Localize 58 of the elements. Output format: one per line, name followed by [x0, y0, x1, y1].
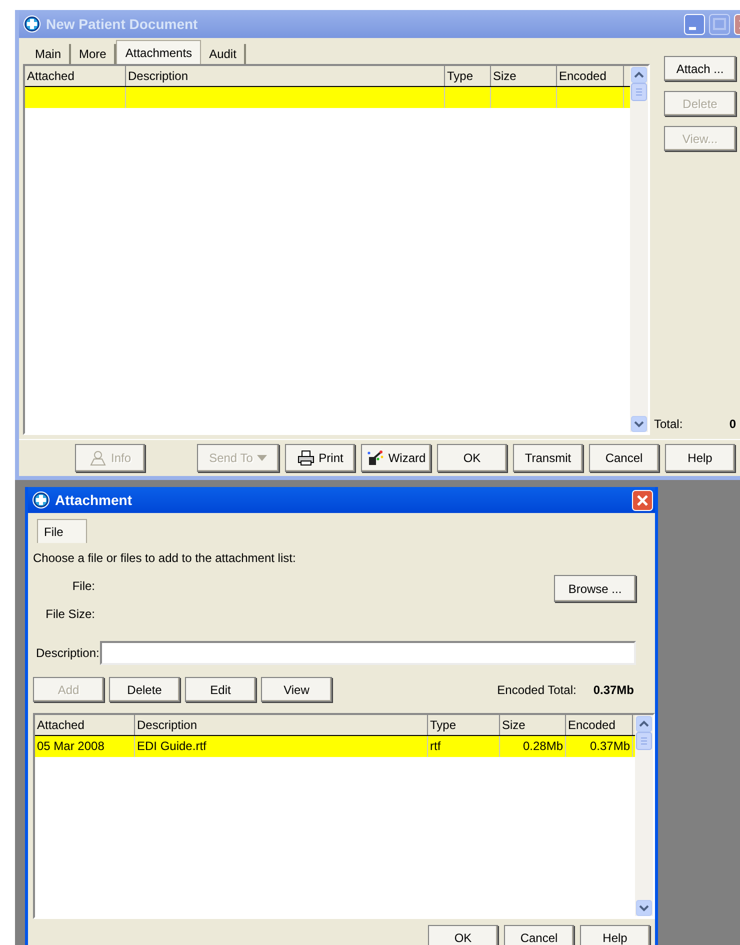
tab[interactable]: File: [37, 519, 87, 543]
toolbar-button[interactable]: Transmit: [513, 444, 583, 472]
encoded-total-value: 0.37Mb: [593, 682, 634, 696]
person-icon: [88, 450, 107, 466]
column-header[interactable]: Size: [491, 66, 557, 86]
column-header[interactable]: Description: [126, 66, 445, 86]
table-cell: rtf: [430, 739, 441, 753]
scroll-up-icon[interactable]: [631, 67, 647, 83]
instruction-text: Choose a file or files to add to the attachment list:: [33, 551, 297, 565]
column-header[interactable]: Size: [500, 715, 566, 735]
column-header[interactable]: Type: [445, 66, 491, 86]
table-row[interactable]: 05 Mar 2008 EDI Guide.rtf rtf 0.28Mb 0.37Mb: [35, 736, 635, 757]
toolbar-button[interactable]: Help: [665, 444, 735, 472]
scroll-thumb-icon[interactable]: [631, 83, 647, 101]
encoded-total-label: Encoded Total:: [497, 682, 576, 696]
scrollbar[interactable]: [630, 66, 648, 432]
tab[interactable]: Attachments: [116, 40, 202, 64]
action-button[interactable]: Edit: [185, 677, 256, 702]
column-header[interactable]: Attached: [25, 66, 126, 86]
printer-icon: [296, 450, 315, 466]
dialog-button[interactable]: Help: [580, 925, 650, 945]
dialog-title: Attachment: [55, 492, 132, 508]
toolbar-button[interactable]: Cancel: [589, 444, 659, 472]
column-header[interactable]: Encoded: [566, 715, 633, 735]
column-header[interactable]: Encoded: [557, 66, 624, 86]
table-cell: EDI Guide.rtf: [137, 739, 206, 753]
browse-button[interactable]: Browse ...: [554, 575, 636, 602]
app-cross-icon: [32, 491, 50, 509]
column-header[interactable]: Type: [428, 715, 500, 735]
description-field[interactable]: [100, 641, 636, 665]
file-label: File:: [72, 579, 95, 593]
description-label: Description:: [36, 646, 100, 660]
magic-wand-icon: [366, 450, 384, 466]
total-value: 0: [729, 417, 736, 431]
dialog-button[interactable]: Cancel: [504, 925, 574, 945]
scrollbar[interactable]: [635, 715, 653, 916]
file-size-label: File Size:: [46, 607, 95, 621]
close-icon[interactable]: [632, 490, 653, 510]
table-cell: 0.37Mb: [590, 739, 630, 753]
column-header[interactable]: Description: [135, 715, 428, 735]
side-button[interactable]: Attach ...: [664, 56, 736, 81]
total-label: Total:: [654, 417, 683, 431]
scroll-up-icon[interactable]: [636, 716, 652, 732]
toolbar-button[interactable]: OK: [437, 444, 507, 472]
caret-icon: [256, 455, 267, 461]
table-cell: 05 Mar 2008: [37, 739, 104, 753]
app-cross-icon: [23, 15, 41, 33]
table-cell: 0.28Mb: [522, 739, 563, 753]
action-button[interactable]: Delete: [109, 677, 180, 702]
window-title: New Patient Document: [46, 16, 198, 32]
scroll-down-icon[interactable]: [636, 900, 652, 916]
toolbar-button[interactable]: Print: [285, 444, 355, 472]
action-button[interactable]: View: [261, 677, 332, 702]
scroll-thumb-icon[interactable]: [636, 732, 652, 750]
toolbar-button[interactable]: Wizard: [361, 444, 431, 472]
scroll-down-icon[interactable]: [631, 416, 647, 432]
dialog-button[interactable]: OK: [428, 925, 498, 945]
column-header[interactable]: Attached: [35, 715, 135, 735]
